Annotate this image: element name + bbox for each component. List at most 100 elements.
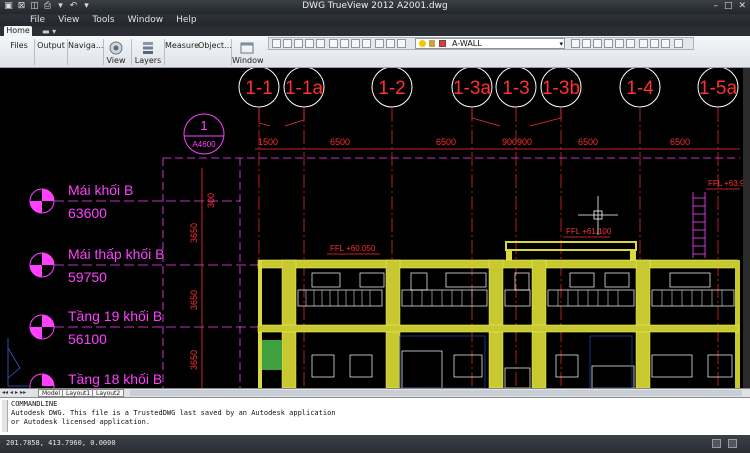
view-button[interactable]: View: [104, 38, 128, 66]
grid-bubbles: 1-1 1-1a 1-2 1-3a 1-3 1-3b 1-4 1-5a: [238, 68, 739, 108]
minimize-button[interactable]: –: [713, 1, 718, 11]
ribbon-minimize-toggle[interactable]: ▬ ▾: [42, 27, 56, 36]
status-toggle-icon[interactable]: [712, 439, 721, 448]
layout-tab-bar: ◂◂ ◂ ▸ ▸▸ Model Layout1 Layout2: [0, 388, 750, 397]
next-tab-icon[interactable]: ▸: [15, 389, 18, 396]
zoom-button[interactable]: [340, 39, 349, 48]
layer-color-swatch: [439, 40, 446, 47]
output-button[interactable]: Output: [36, 38, 66, 66]
drawing-svg[interactable]: 1-1 1-1a 1-2 1-3a 1-3 1-3b 1-4 1-5a 1500…: [0, 68, 750, 388]
close-button[interactable]: ✕: [738, 1, 746, 11]
tab-layout2[interactable]: Layout2: [92, 389, 125, 397]
menu-bar: File View Tools Window Help: [0, 14, 750, 26]
zoom-window-button[interactable]: [351, 39, 360, 48]
toolbar-button[interactable]: [305, 39, 314, 48]
dimension-text: 300: [206, 193, 216, 208]
ffl-label: FFL +60.050: [330, 244, 376, 253]
menu-help[interactable]: Help: [176, 14, 197, 26]
dimension-text: 900900: [502, 137, 532, 147]
toolbar-button[interactable]: [571, 39, 580, 48]
level-markers: Mái khối B 63600 Mái thấp khối B 59750 T…: [29, 182, 740, 388]
navigate-button[interactable]: Naviga...: [68, 38, 104, 66]
level-name: Tầng 18 khối B: [68, 371, 162, 387]
toolbar-button[interactable]: [661, 39, 670, 48]
toolbar-button[interactable]: [397, 39, 406, 48]
ribbon-tab-bar: Home ▬ ▾: [0, 26, 750, 36]
horizontal-scrollbar[interactable]: [130, 390, 742, 396]
window-icon: [240, 42, 254, 54]
window-label: Window: [232, 56, 264, 65]
layer-dropdown[interactable]: A-WALL ▾: [415, 38, 565, 49]
prev-tab-icon[interactable]: ◂: [10, 389, 13, 396]
section-number: 1: [200, 118, 207, 133]
building-elevation: [257, 241, 740, 388]
layers-button[interactable]: Layers: [134, 38, 162, 66]
dimension-text: 3650: [189, 290, 199, 310]
toolbar-button[interactable]: [283, 39, 292, 48]
tab-home[interactable]: Home: [4, 26, 32, 36]
menu-view[interactable]: View: [58, 14, 79, 26]
toolbar-button[interactable]: [582, 39, 591, 48]
toolbar-button[interactable]: [615, 39, 624, 48]
drawing-canvas[interactable]: 1-1 1-1a 1-2 1-3a 1-3 1-3b 1-4 1-5a 1500…: [0, 68, 750, 388]
dimension-text: 6500: [578, 137, 598, 147]
command-line-grip[interactable]: [2, 400, 8, 432]
pan-button[interactable]: [329, 39, 338, 48]
grid-bubble-label: 1-3b: [542, 78, 580, 99]
first-tab-icon[interactable]: ◂◂: [2, 389, 8, 396]
toolbar-button[interactable]: [386, 39, 395, 48]
vertical-scrollbar[interactable]: [743, 68, 750, 388]
toolbar-button[interactable]: [294, 39, 303, 48]
cursor-coordinates: 201.7858, 413.7960, 0.0000: [6, 439, 116, 447]
ffl-label: FFL +61.100: [566, 227, 612, 236]
toolbar-button[interactable]: [639, 39, 648, 48]
menu-file[interactable]: File: [30, 14, 45, 26]
ribbon-divider: [131, 39, 132, 65]
toolbar-button[interactable]: [674, 39, 683, 48]
tab-layout1[interactable]: Layout1: [62, 389, 95, 397]
grid-bubble-label: 1-1: [245, 78, 272, 99]
toolbar-button[interactable]: [604, 39, 613, 48]
top-dimensions: 1500 6500 6500 900900 6500 6500: [255, 137, 740, 150]
zoom-previous-button[interactable]: [362, 39, 371, 48]
grid-bubble-label: 1-3: [502, 78, 529, 99]
level-elevation: 59750: [68, 269, 107, 285]
chevron-down-icon: ▾: [559, 40, 563, 48]
level-name: Tầng 19 khối B: [68, 308, 162, 324]
dimension-text: 3650: [189, 223, 199, 243]
dimension-text: 3650: [189, 350, 199, 370]
toolbar-button[interactable]: [650, 39, 659, 48]
navigate-label: Naviga...: [68, 41, 104, 50]
tab-model[interactable]: Model: [38, 389, 65, 397]
level-name: Mái thấp khối B: [68, 246, 165, 262]
files-button[interactable]: Files: [6, 38, 32, 66]
layer-name: A-WALL: [452, 39, 482, 48]
objects-button[interactable]: Object...: [198, 38, 232, 66]
status-toggle-icon[interactable]: [728, 439, 737, 448]
command-line[interactable]: COMMANDLINE Autodesk DWG. This file is a…: [0, 397, 750, 435]
ladder: [692, 192, 706, 258]
output-label: Output: [37, 41, 65, 50]
objects-label: Object...: [198, 41, 232, 50]
maximize-button[interactable]: □: [724, 1, 733, 11]
toolbar-button[interactable]: [375, 39, 384, 48]
window-button[interactable]: Window: [232, 38, 264, 66]
grid-bubble-label: 1-5a: [699, 78, 737, 99]
section-sheet: A4600: [192, 140, 216, 149]
toolbar-button[interactable]: [316, 39, 325, 48]
command-history-line: or Autodesk licensed application.: [11, 418, 151, 426]
measure-button[interactable]: Measure: [165, 38, 199, 66]
toolbar-button[interactable]: [272, 39, 281, 48]
status-bar: 201.7858, 413.7960, 0.0000: [0, 435, 750, 453]
menu-tools[interactable]: Tools: [92, 14, 114, 26]
command-history-line: Autodesk DWG. This file is a TrustedDWG …: [11, 409, 336, 417]
command-history-line: COMMANDLINE: [11, 400, 58, 408]
quick-toolbar: A-WALL ▾: [268, 37, 694, 50]
toolbar-button[interactable]: [626, 39, 635, 48]
toolbar-button[interactable]: [593, 39, 602, 48]
menu-window[interactable]: Window: [128, 14, 164, 26]
dimension-text: 6500: [330, 137, 350, 147]
dimension-text: 6500: [670, 137, 690, 147]
last-tab-icon[interactable]: ▸▸: [20, 389, 26, 396]
section-marker: 1 A4600: [183, 113, 225, 155]
